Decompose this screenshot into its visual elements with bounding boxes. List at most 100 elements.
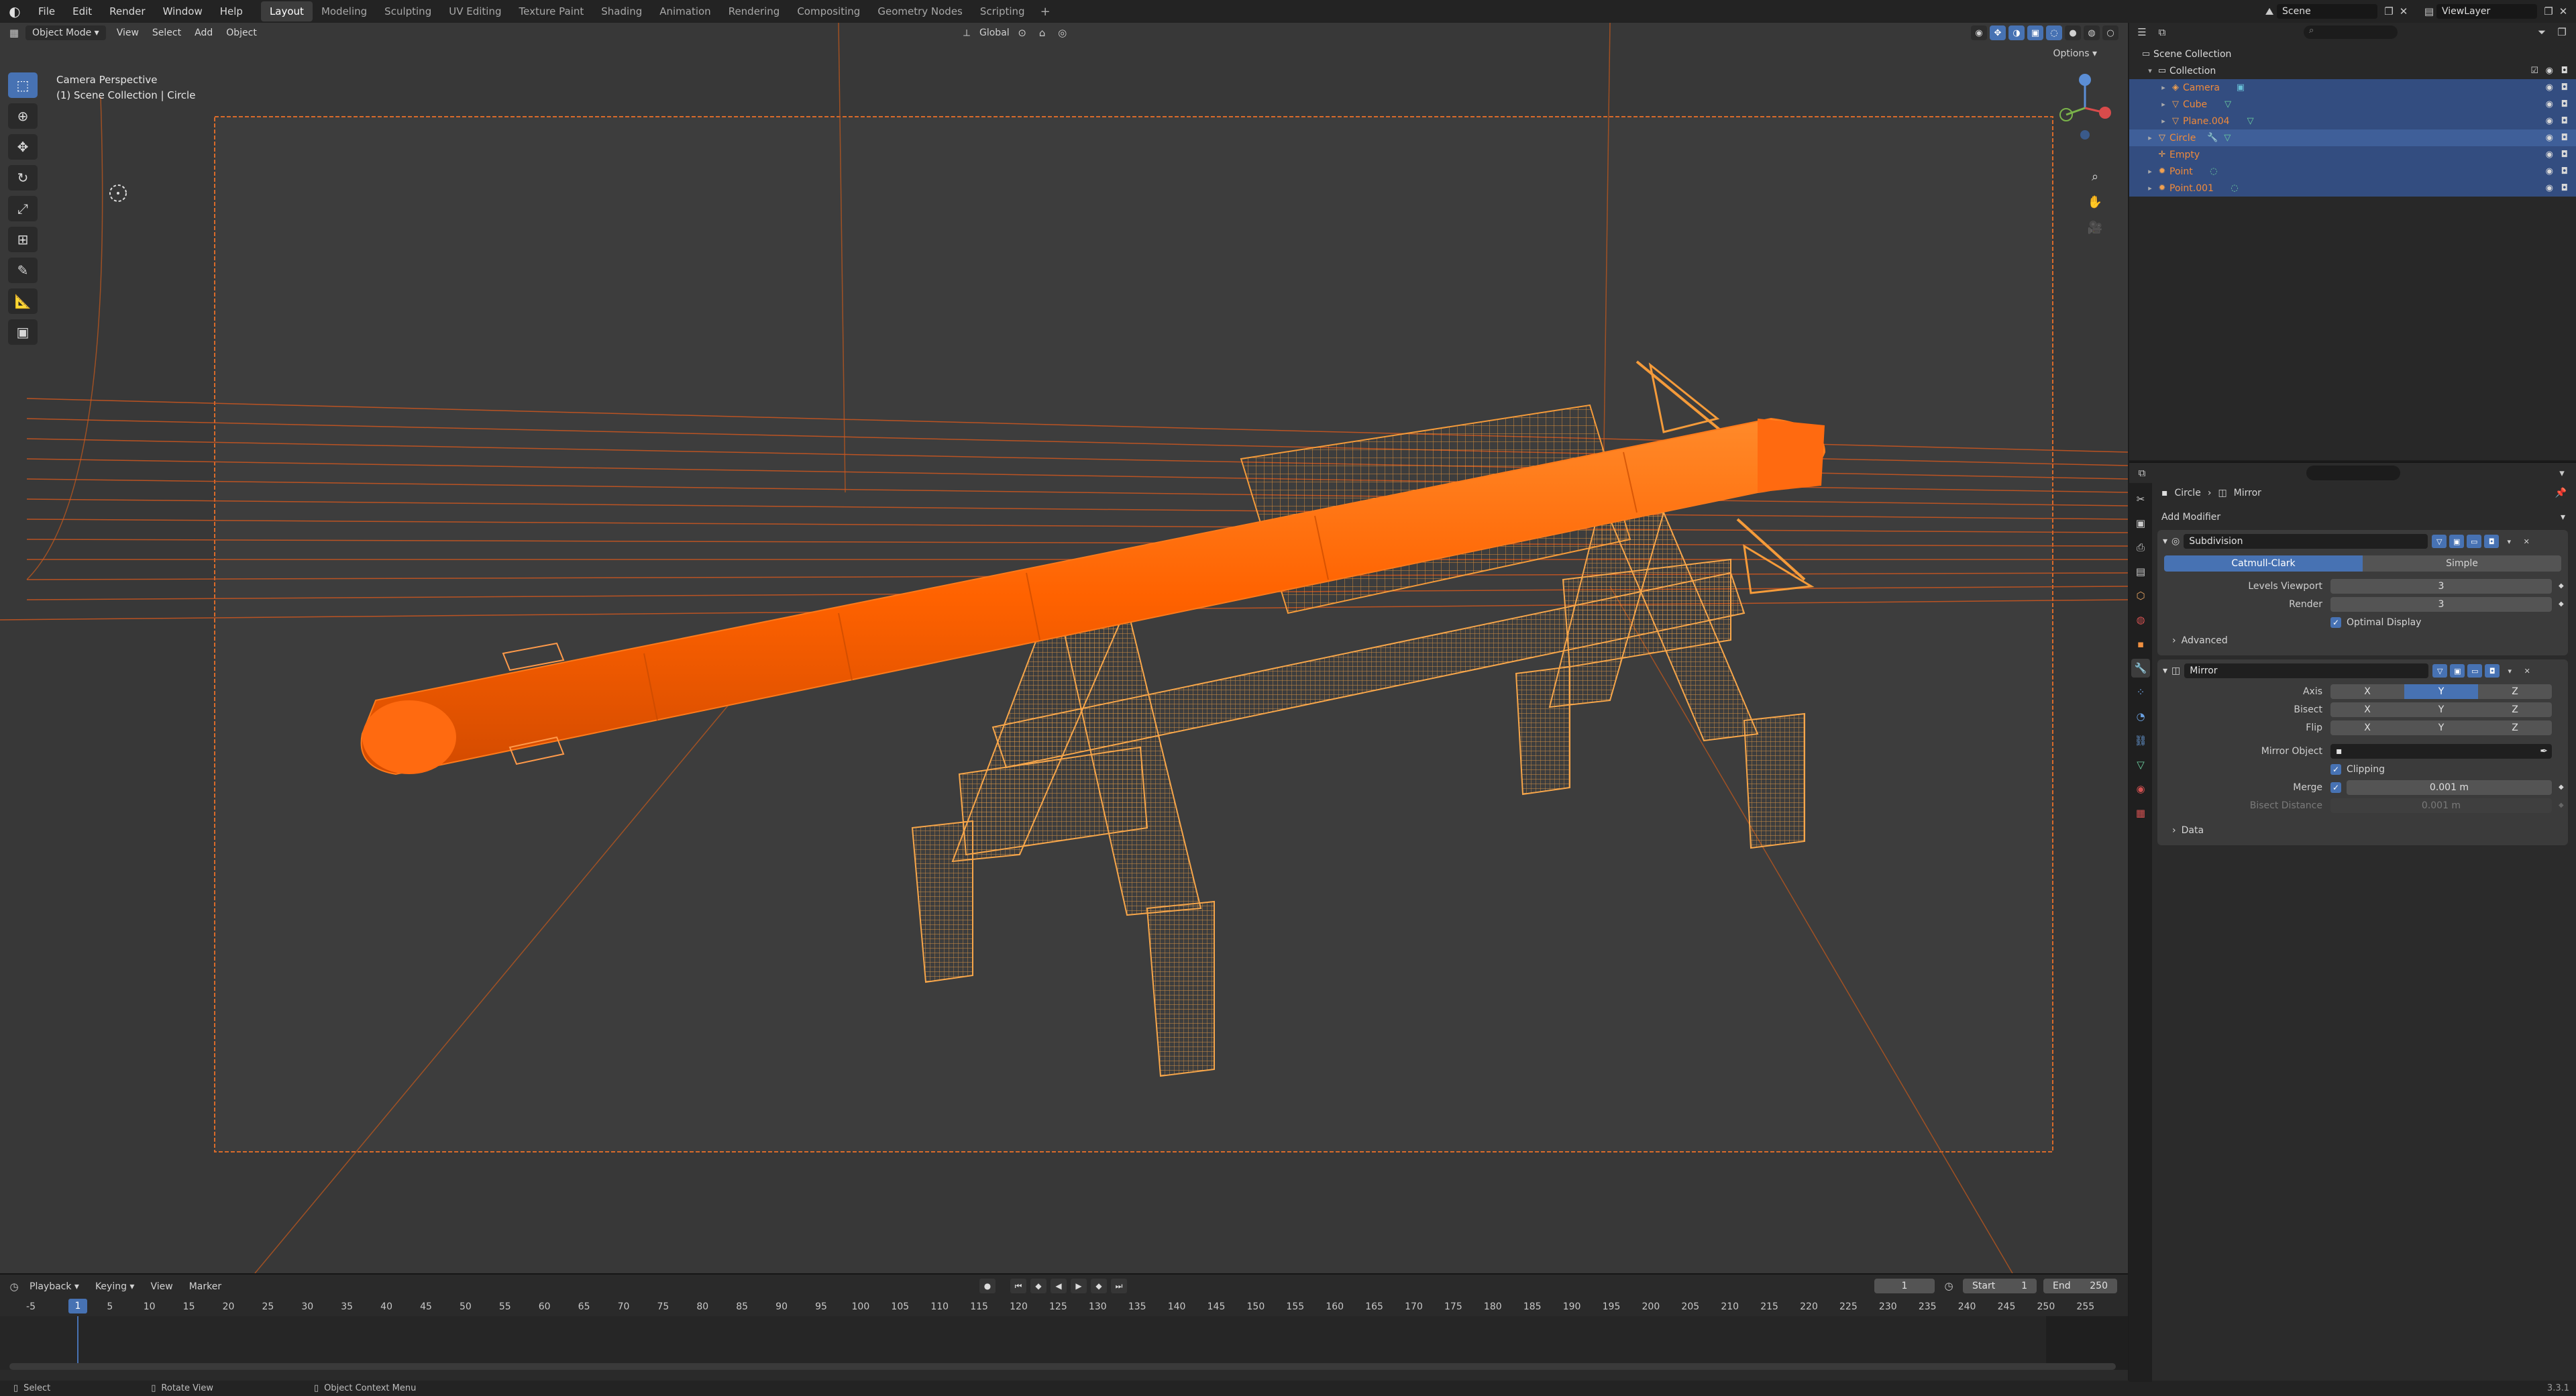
tab-shading[interactable]: Shading (592, 1, 651, 21)
view-layer-selector[interactable]: ViewLayer (2436, 4, 2537, 19)
delete-view-layer-icon[interactable]: ✕ (2556, 4, 2571, 19)
next-keyframe-icon[interactable]: ◆ (1091, 1279, 1107, 1293)
tab-modeling[interactable]: Modeling (313, 1, 376, 21)
keyframe-dot-icon[interactable]: ◆ (2559, 802, 2564, 809)
scene-tab-icon[interactable]: ⬡ (2131, 586, 2150, 605)
axis-y-toggle[interactable]: Y (2404, 684, 2478, 699)
menu-edit[interactable]: Edit (64, 5, 101, 17)
xray-toggle-icon[interactable]: ▣ (2027, 25, 2043, 40)
zoom-icon[interactable]: ⌕ (2084, 165, 2106, 188)
rendered-shading-icon[interactable]: ○ (2102, 25, 2118, 40)
catmull-clark-button[interactable]: Catmull-Clark (2164, 555, 2363, 572)
end-frame-field[interactable]: End 250 (2043, 1279, 2117, 1293)
physics-tab-icon[interactable]: ◔ (2131, 707, 2150, 726)
new-collection-icon[interactable]: ❐ (2555, 25, 2569, 40)
eye-icon[interactable]: ◉ (2546, 66, 2553, 76)
delete-scene-icon[interactable]: ✕ (2396, 4, 2411, 19)
data-subpanel[interactable]: › Data (2157, 821, 2568, 840)
properties-options-icon[interactable]: ▾ (2555, 466, 2569, 480)
snap-icon[interactable]: ⌂ (1035, 25, 1050, 40)
pan-hand-icon[interactable]: ✋ (2084, 191, 2106, 213)
scene-selector[interactable]: Scene (2277, 4, 2377, 19)
tab-scripting[interactable]: Scripting (971, 1, 1034, 21)
tab-sculpting[interactable]: Sculpting (376, 1, 440, 21)
eye-icon[interactable]: ◉ (2546, 116, 2553, 126)
gizmo-toggle-icon[interactable]: ✥ (1990, 25, 2006, 40)
render-camera-icon[interactable]: ◘ (2561, 150, 2568, 160)
measure-tool-icon[interactable]: 📐 (8, 288, 38, 314)
collapse-icon[interactable]: ▾ (2163, 665, 2167, 676)
remove-modifier-icon[interactable]: ✕ (2519, 535, 2534, 548)
overlay-toggle-icon[interactable]: ◑ (2008, 25, 2025, 40)
render-camera-icon[interactable]: ◘ (2561, 183, 2568, 193)
outliner-row-cube[interactable]: ▸ ▽ Cube ▽ ◉ ◘ (2129, 96, 2576, 113)
eye-icon[interactable]: ◉ (2546, 83, 2553, 93)
menu-object[interactable]: Object (219, 28, 264, 38)
eye-icon[interactable]: ◉ (2546, 183, 2553, 193)
outliner-row-point-001[interactable]: ▸ ✹ Point.001 ◌ ◉ ◘ (2129, 180, 2576, 197)
options-dropdown[interactable]: Options ▾ (2053, 48, 2097, 59)
menu-window[interactable]: Window (154, 5, 211, 17)
merge-distance-field[interactable]: 0.001 m (2347, 780, 2552, 795)
axis-z-toggle[interactable]: Z (2478, 684, 2552, 699)
tab-texture-paint[interactable]: Texture Paint (510, 1, 592, 21)
texture-tab-icon[interactable]: ▦ (2131, 804, 2150, 822)
visibility-icon[interactable]: ◉ (1971, 25, 1987, 40)
tab-rendering[interactable]: Rendering (720, 1, 789, 21)
solid-shading-icon[interactable]: ● (2065, 25, 2081, 40)
material-shading-icon[interactable]: ◍ (2084, 25, 2100, 40)
scale-tool-icon[interactable]: ⤢ (8, 196, 38, 221)
scene-icon[interactable]: ⛰ (2262, 4, 2277, 19)
edit-mode-toggle-icon[interactable]: ▽ (2432, 535, 2447, 548)
current-frame-field[interactable]: 1 (1874, 1279, 1935, 1293)
expand-icon[interactable]: ▸ (2159, 83, 2168, 92)
pin-icon[interactable]: 📌 (2555, 488, 2567, 498)
clipping-checkbox[interactable]: ✓ (2330, 763, 2341, 775)
add-workspace-button[interactable]: + (1034, 5, 1057, 19)
outliner-row-scene-collection[interactable]: ▭ Scene Collection (2129, 46, 2576, 62)
pivot-icon[interactable]: ⊙ (1015, 25, 1030, 40)
navigation-gizmo[interactable]: ⌕ ✋ 🎥 (2058, 71, 2112, 235)
collapse-icon[interactable]: ▾ (2163, 536, 2167, 547)
bisect-x-toggle[interactable]: X (2330, 702, 2404, 717)
keyframe-area[interactable] (0, 1316, 2128, 1370)
expand-icon[interactable]: ▸ (2159, 100, 2168, 109)
jump-end-icon[interactable]: ⏭ (1111, 1279, 1127, 1293)
display-mode-icon[interactable]: ⧉ (2155, 25, 2169, 40)
wireframe-shading-icon[interactable]: ◌ (2046, 25, 2062, 40)
outliner-editor-icon[interactable]: ☰ (2135, 25, 2149, 40)
add-modifier-button[interactable]: Add Modifier ▾ (2155, 507, 2571, 527)
render-toggle-icon[interactable]: ◘ (2484, 535, 2500, 548)
select-box-tool-icon[interactable]: ⬚ (8, 72, 38, 98)
proportional-edit-icon[interactable]: ◎ (1055, 25, 1070, 40)
outliner-row-empty[interactable]: ✛ Empty ◉ ◘ (2129, 146, 2576, 163)
cursor-tool-icon[interactable]: ⊕ (8, 103, 38, 129)
keyframe-dot-icon[interactable]: ◆ (2559, 582, 2564, 590)
flip-z-toggle[interactable]: Z (2478, 720, 2552, 735)
blender-logo-icon[interactable]: ◐ (0, 3, 30, 19)
dropdown-icon[interactable]: ▾ (2502, 664, 2517, 678)
edit-mode-toggle-icon[interactable]: ▽ (2432, 664, 2448, 678)
viewport-toggle-icon[interactable]: ▭ (2467, 664, 2483, 678)
bisect-y-toggle[interactable]: Y (2404, 702, 2478, 717)
outliner-row-plane[interactable]: ▸ ▽ Plane.004 ▽ ◉ ◘ (2129, 113, 2576, 129)
output-tab-icon[interactable]: ⎙ (2131, 538, 2150, 557)
tab-compositing[interactable]: Compositing (788, 1, 869, 21)
tab-animation[interactable]: Animation (651, 1, 719, 21)
render-camera-icon[interactable]: ◘ (2561, 133, 2568, 143)
tool-tab-icon[interactable]: ✂ (2131, 490, 2150, 508)
timeline-scrollbar[interactable] (9, 1363, 2116, 1370)
properties-search-input[interactable] (2306, 466, 2400, 480)
menu-marker[interactable]: Marker (181, 1281, 229, 1292)
object-tab-icon[interactable]: ▪ (2131, 635, 2150, 653)
cage-toggle-icon[interactable]: ▣ (2450, 664, 2465, 678)
outliner-row-collection[interactable]: ▾ ▭ Collection ☑ ◉ ◘ (2129, 62, 2576, 79)
data-tab-icon[interactable]: ▽ (2131, 755, 2150, 774)
eye-icon[interactable]: ◉ (2546, 166, 2553, 176)
subdivision-method-toggle[interactable]: Catmull-Clark Simple (2164, 555, 2561, 572)
menu-file[interactable]: File (30, 5, 64, 17)
rotate-tool-icon[interactable]: ↻ (8, 165, 38, 191)
keyframe-dot-icon[interactable]: ◆ (2559, 784, 2564, 791)
bisect-distance-field[interactable]: 0.001 m (2330, 798, 2552, 813)
3d-viewport[interactable]: ▦ Object Mode ▾ View Select Add Object ⟂… (0, 23, 2128, 1273)
